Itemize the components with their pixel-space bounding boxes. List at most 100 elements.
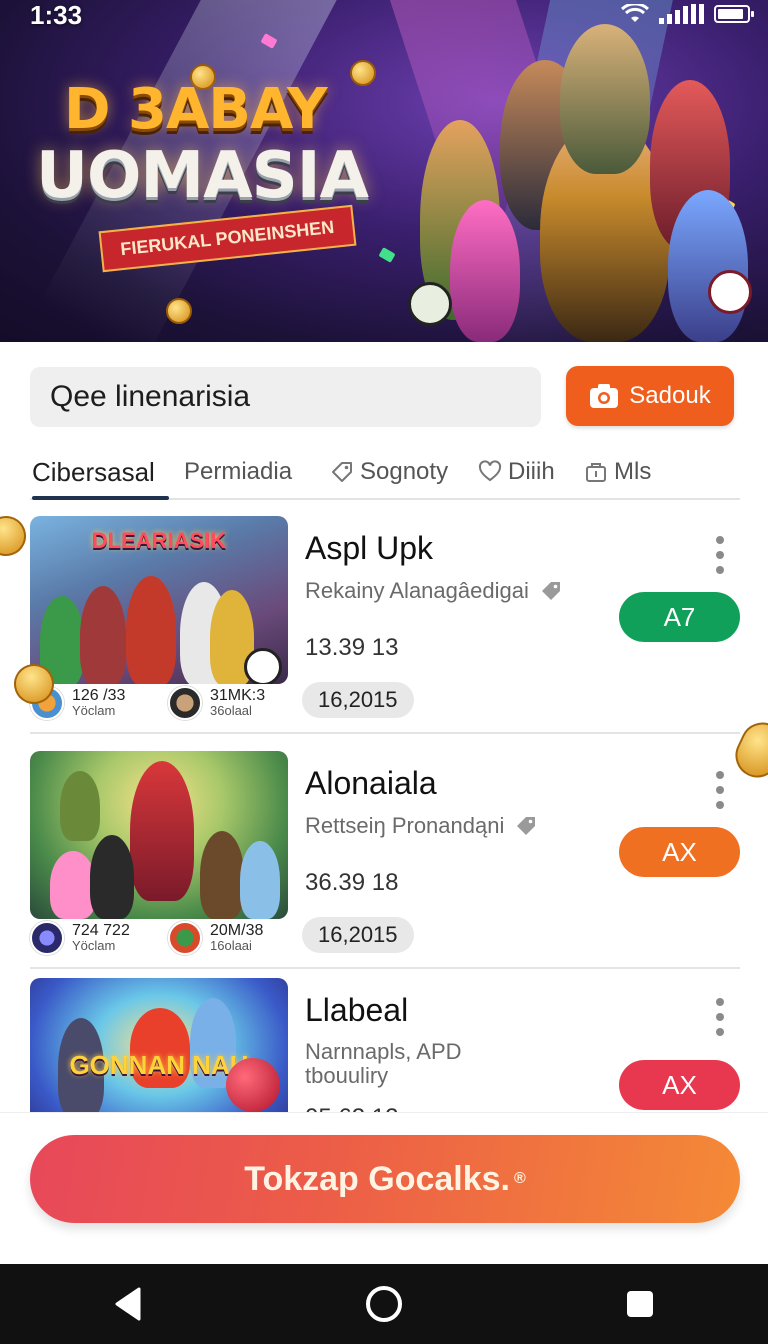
subtitle-text: Rekainy Alanagâedigai bbox=[305, 578, 529, 603]
game-action-button[interactable]: AX bbox=[619, 827, 740, 877]
character-figure bbox=[60, 771, 100, 841]
ball-icon bbox=[244, 648, 282, 684]
logo-ribbon: FIERUKAL PONEINSHEN bbox=[98, 204, 357, 273]
heart-icon bbox=[478, 460, 502, 482]
avatar bbox=[168, 921, 202, 955]
search-button[interactable]: Sadouk bbox=[566, 366, 734, 426]
list-item[interactable]: GONNAN NAH Llabeal Narnnapls, APD tbouul… bbox=[30, 972, 740, 1112]
stat-label: Yöclam bbox=[72, 703, 116, 718]
tab-cibersasal[interactable]: Cibersasal bbox=[32, 446, 169, 500]
character-figure bbox=[450, 200, 520, 342]
count-badge: 16,2015 bbox=[302, 682, 414, 718]
battery-icon bbox=[714, 5, 754, 23]
home-button[interactable] bbox=[354, 1274, 414, 1334]
stat-label: Yöclam bbox=[72, 938, 116, 953]
signal-icon bbox=[659, 4, 704, 24]
back-button[interactable] bbox=[98, 1274, 158, 1334]
game-title: Aspl Upk bbox=[305, 530, 434, 566]
recents-icon bbox=[627, 1291, 653, 1317]
cta-area: Tokzap Gocalks. ® bbox=[0, 1112, 768, 1264]
status-time: 1:33 bbox=[30, 0, 83, 30]
game-action-button[interactable]: A7 bbox=[619, 592, 740, 642]
cta-mark: ® bbox=[514, 1170, 526, 1187]
search-input-value: Qee linenarisia bbox=[50, 380, 251, 413]
ball-icon bbox=[408, 282, 452, 326]
tab-label: Diiih bbox=[508, 458, 555, 485]
game-thumbnail[interactable] bbox=[30, 751, 288, 919]
game-thumbnail[interactable]: GONNAN NAH bbox=[30, 978, 288, 1112]
tab-label: Sognoty bbox=[360, 458, 449, 485]
bag-icon bbox=[586, 463, 606, 482]
game-list: DLEARIASIK 126 /33 Yöclam 31MK:3 36olaal A… bbox=[0, 510, 768, 1112]
tab-label: Cibersasal bbox=[32, 456, 155, 487]
character-figure bbox=[130, 761, 194, 901]
camera-icon bbox=[590, 384, 619, 408]
game-stat-number: 13.39 13 bbox=[305, 634, 399, 661]
character-figure bbox=[80, 586, 126, 684]
player-stat: 20M/38 16olaai bbox=[168, 921, 263, 955]
stat-value: 724 722 bbox=[72, 922, 130, 939]
back-icon bbox=[115, 1287, 141, 1321]
player-stat: 724 722 Yöclam bbox=[30, 921, 130, 955]
category-tabs: Cibersasal Permiadia Sognoty Diiih Mls bbox=[30, 446, 740, 500]
tag-icon bbox=[541, 582, 560, 600]
tab-label: Permiadia bbox=[184, 458, 293, 485]
tab-mls[interactable]: Mls bbox=[584, 446, 651, 498]
logo-line-1: D 3ABAY bbox=[64, 77, 328, 142]
game-stat-number: 36.39 18 bbox=[305, 869, 399, 896]
more-options-icon[interactable] bbox=[712, 998, 728, 1036]
character-figure bbox=[240, 841, 280, 919]
more-options-icon[interactable] bbox=[712, 771, 728, 809]
hero-banner[interactable]: D 3ABAY UOMASIA FIERUKAL PONEINSHEN 1:33 bbox=[0, 0, 768, 342]
character-figure bbox=[668, 190, 748, 342]
character-figure bbox=[126, 576, 176, 684]
character-figure bbox=[90, 835, 134, 919]
stat-value: 31MK:3 bbox=[210, 687, 266, 704]
ball-icon bbox=[708, 270, 752, 314]
subtitle-text: Narnnapls, APD bbox=[305, 1039, 462, 1064]
tab-diiih[interactable]: Diiih bbox=[478, 446, 555, 498]
list-item[interactable]: DLEARIASIK 126 /33 Yöclam 31MK:3 36olaal A… bbox=[30, 510, 740, 734]
game-subtitle: Rettseiŋ Pronandąni bbox=[305, 813, 538, 839]
confetti bbox=[378, 247, 396, 263]
stat-value: 20M/38 bbox=[210, 922, 264, 939]
stat-label: 16olaai bbox=[210, 938, 252, 953]
coin-icon bbox=[166, 298, 192, 324]
subtitle-text: Rettseiŋ Pronandąni bbox=[305, 813, 505, 838]
tag-icon bbox=[332, 462, 352, 482]
search-input[interactable]: Qee linenarisia bbox=[30, 367, 541, 427]
status-bar: 1:33 bbox=[0, 0, 768, 32]
player-stat: 31MK:3 36olaal bbox=[168, 686, 265, 720]
more-options-icon[interactable] bbox=[712, 536, 728, 574]
avatar bbox=[168, 686, 202, 720]
battery-level bbox=[718, 9, 744, 19]
stat-label: 36olaal bbox=[210, 703, 252, 718]
search-button-label: Sadouk bbox=[629, 382, 711, 409]
game-logo: D 3ABAY UOMASIA FIERUKAL PONEINSHEN bbox=[36, 77, 376, 273]
wifi-icon bbox=[621, 4, 649, 22]
ball-icon bbox=[226, 1058, 280, 1112]
game-subtitle: Narnnapls, APD tbouuliry bbox=[305, 1040, 462, 1088]
tab-permiadia[interactable]: Permiadia bbox=[184, 446, 292, 498]
tab-sognoty[interactable]: Sognoty bbox=[330, 446, 448, 498]
divider bbox=[30, 967, 740, 969]
tab-label: Mls bbox=[614, 458, 652, 485]
character-figure bbox=[560, 24, 650, 174]
character-figure bbox=[200, 831, 244, 919]
list-item[interactable]: 724 722 Yöclam 20M/38 16olaai Alonaiala Re… bbox=[30, 745, 740, 969]
thumbnail-title: DLEARIASIK bbox=[91, 528, 227, 553]
avatar bbox=[30, 921, 64, 955]
cta-label: Tokzap Gocalks. bbox=[244, 1159, 510, 1198]
game-thumbnail[interactable]: DLEARIASIK bbox=[30, 516, 288, 684]
system-navigation-bar bbox=[0, 1264, 768, 1344]
game-subtitle: Rekainy Alanagâedigai bbox=[305, 578, 563, 604]
tag-icon bbox=[517, 817, 536, 835]
game-stat-number: 05.62 12 bbox=[305, 1104, 398, 1112]
subtitle-text: tbouuliry bbox=[305, 1063, 389, 1088]
primary-cta-button[interactable]: Tokzap Gocalks. ® bbox=[30, 1135, 740, 1223]
game-title: Alonaiala bbox=[305, 765, 437, 801]
stat-value: 126 /33 bbox=[72, 687, 126, 704]
recents-button[interactable] bbox=[610, 1274, 670, 1334]
game-action-button[interactable]: AX bbox=[619, 1060, 740, 1110]
divider bbox=[30, 732, 740, 734]
